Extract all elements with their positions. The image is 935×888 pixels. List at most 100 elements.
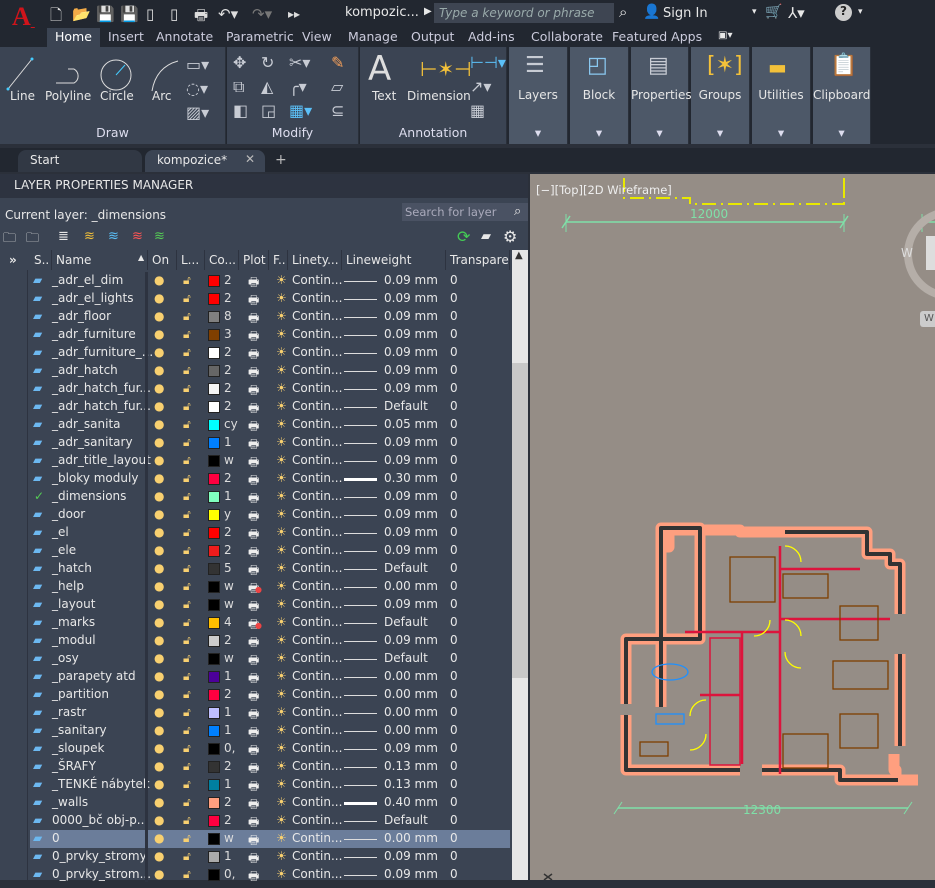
save-as-icon[interactable]: 💾	[120, 5, 139, 23]
unlock-icon[interactable]: 🔓︎	[183, 597, 191, 612]
color-code[interactable]: w	[224, 597, 234, 611]
linetype[interactable]: Contin...	[292, 705, 342, 719]
col-name[interactable]: Name	[52, 250, 148, 270]
new-icon[interactable]: 🗋	[50, 5, 62, 30]
layer-name[interactable]: 0	[52, 831, 60, 845]
color-code[interactable]: 0,	[224, 741, 235, 755]
ellipse-icon[interactable]: ◌▾	[186, 79, 208, 98]
color-swatch[interactable]	[208, 455, 220, 467]
color-swatch[interactable]	[208, 797, 220, 809]
layer-row[interactable]: ▰ _sanitary ● 🔓︎ 1 🖶︎ ☀ Contin... 0.00 mm 0	[30, 722, 510, 740]
transparency[interactable]: 0	[450, 831, 458, 845]
linetype[interactable]: Contin...	[292, 273, 342, 287]
on-bulb-icon[interactable]: ●	[154, 687, 164, 701]
on-bulb-icon[interactable]: ●	[154, 759, 164, 773]
rectangle-icon[interactable]: ▭▾	[186, 55, 209, 74]
thaw-sun-icon[interactable]: ☀	[276, 399, 287, 413]
linetype[interactable]: Contin...	[292, 399, 342, 413]
layer-row[interactable]: ▰ _partition ● 🔓︎ 2 🖶︎ ☀ Contin... 0.00 mm 0	[30, 686, 510, 704]
unlock-icon[interactable]: 🔓︎	[183, 507, 191, 522]
unlock-icon[interactable]: 🔓︎	[183, 309, 191, 324]
new-property-filter-icon[interactable]: 🗀	[3, 229, 16, 251]
layer-name[interactable]: _door	[52, 507, 85, 521]
on-bulb-icon[interactable]: ●	[154, 525, 164, 539]
plot-icon[interactable]: 🖶︎	[248, 867, 259, 888]
transparency[interactable]: 0	[450, 543, 458, 557]
linetype[interactable]: Contin...	[292, 543, 342, 557]
lineweight[interactable]: 0.09 mm	[384, 741, 438, 755]
lineweight[interactable]: 0.09 mm	[384, 543, 438, 557]
layer-name[interactable]: _adr_sanita	[52, 417, 121, 431]
linetype[interactable]: Contin...	[292, 759, 342, 773]
color-code[interactable]: 2	[224, 273, 232, 287]
layer-name[interactable]: _parapety atd	[52, 669, 136, 683]
lineweight[interactable]: 0.00 mm	[384, 579, 438, 593]
transparency[interactable]: 0	[450, 795, 458, 809]
unlock-icon[interactable]: 🔓︎	[183, 525, 191, 540]
text-tool[interactable]: Text	[372, 89, 396, 103]
color-swatch[interactable]	[208, 473, 220, 485]
layer-search-input[interactable]: Search for layer	[402, 203, 528, 221]
layer-name[interactable]: _ele	[52, 543, 76, 557]
on-bulb-icon[interactable]: ●	[154, 705, 164, 719]
on-bulb-icon[interactable]: ●	[154, 543, 164, 557]
dimension-icon[interactable]: ⊢✶⊣	[420, 57, 472, 81]
lineweight[interactable]: 0.30 mm	[384, 471, 438, 485]
unlock-icon[interactable]: 🔓︎	[183, 813, 191, 828]
linetype[interactable]: Contin...	[292, 741, 342, 755]
layer-name[interactable]: _sloupek	[52, 741, 104, 755]
groups-dropdown-icon[interactable]: ▾	[691, 125, 749, 140]
on-bulb-icon[interactable]: ●	[154, 615, 164, 629]
thaw-sun-icon[interactable]: ☀	[276, 507, 287, 521]
linetype[interactable]: Contin...	[292, 417, 342, 431]
col-lock[interactable]: L...	[177, 250, 205, 270]
unlock-icon[interactable]: 🔓︎	[183, 579, 191, 594]
thaw-sun-icon[interactable]: ☀	[276, 723, 287, 737]
linetype[interactable]: Contin...	[292, 633, 342, 647]
lineweight[interactable]: 0.09 mm	[384, 507, 438, 521]
wcs-label[interactable]: W	[924, 313, 934, 324]
color-code[interactable]: 2	[224, 471, 232, 485]
on-bulb-icon[interactable]: ●	[154, 327, 164, 341]
save-icon[interactable]: 💾	[96, 5, 115, 23]
on-bulb-icon[interactable]: ●	[154, 489, 164, 503]
clipboard-panel[interactable]: 📋 Clipboard ▾	[813, 47, 871, 144]
unlock-icon[interactable]: 🔓︎	[183, 651, 191, 666]
transparency[interactable]: 0	[450, 561, 458, 575]
lineweight[interactable]: 0.00 mm	[384, 831, 438, 845]
open-icon[interactable]: 📂	[72, 5, 91, 23]
layer-search-icon[interactable]: ⌕	[514, 204, 521, 219]
on-bulb-icon[interactable]: ●	[154, 723, 164, 737]
layer-row[interactable]: ▰ _rastr ● 🔓︎ 1 🖶︎ ☀ Contin... 0.00 mm 0	[30, 704, 510, 722]
arc-tool[interactable]: Arc	[152, 89, 171, 103]
lineweight[interactable]: 0.00 mm	[384, 705, 438, 719]
tab-manage[interactable]: Manage	[340, 28, 406, 47]
layer-name[interactable]: _TENKÉ nábytek	[52, 777, 150, 791]
unlock-icon[interactable]: 🔓︎	[183, 489, 191, 504]
layer-row[interactable]: ▰ _walls ● 🔓︎ 2 🖶︎ ☀ Contin... 0.40 mm 0	[30, 794, 510, 812]
thaw-sun-icon[interactable]: ☀	[276, 633, 287, 647]
polyline-tool[interactable]: Polyline	[45, 89, 91, 103]
help-icon[interactable]: ?	[835, 4, 852, 21]
erase-icon[interactable]: ✎	[331, 53, 344, 72]
color-swatch[interactable]	[208, 311, 220, 323]
layer-row[interactable]: ▰ _adr_floor ● 🔓︎ 8 🖶︎ ☀ Contin... 0.09 mm 0	[30, 308, 510, 326]
col-linetype[interactable]: Linety...	[288, 250, 342, 270]
explode-icon[interactable]: ▱	[331, 77, 343, 96]
color-code[interactable]: 2	[224, 687, 232, 701]
tab-featured-apps[interactable]: Featured Apps	[604, 28, 710, 47]
linetype[interactable]: Contin...	[292, 687, 342, 701]
layer-name[interactable]: _el	[52, 525, 69, 539]
transparency[interactable]: 0	[450, 471, 458, 485]
scroll-up-icon[interactable]: ▲	[515, 250, 523, 261]
open-from-mobile-icon[interactable]: ▯	[146, 5, 154, 23]
color-swatch[interactable]	[208, 293, 220, 305]
color-swatch[interactable]	[208, 419, 220, 431]
layer-row[interactable]: ▰ _adr_sanitary ● 🔓︎ 1 🖶︎ ☀ Contin... 0.09 mm 0	[30, 434, 510, 452]
layer-name[interactable]: _modul	[52, 633, 96, 647]
layer-name[interactable]: _osy	[52, 651, 79, 665]
on-bulb-icon[interactable]: ●	[154, 651, 164, 665]
lineweight[interactable]: 0.09 mm	[384, 633, 438, 647]
color-swatch[interactable]	[208, 743, 220, 755]
layer-name[interactable]: _bloky moduly	[52, 471, 138, 485]
